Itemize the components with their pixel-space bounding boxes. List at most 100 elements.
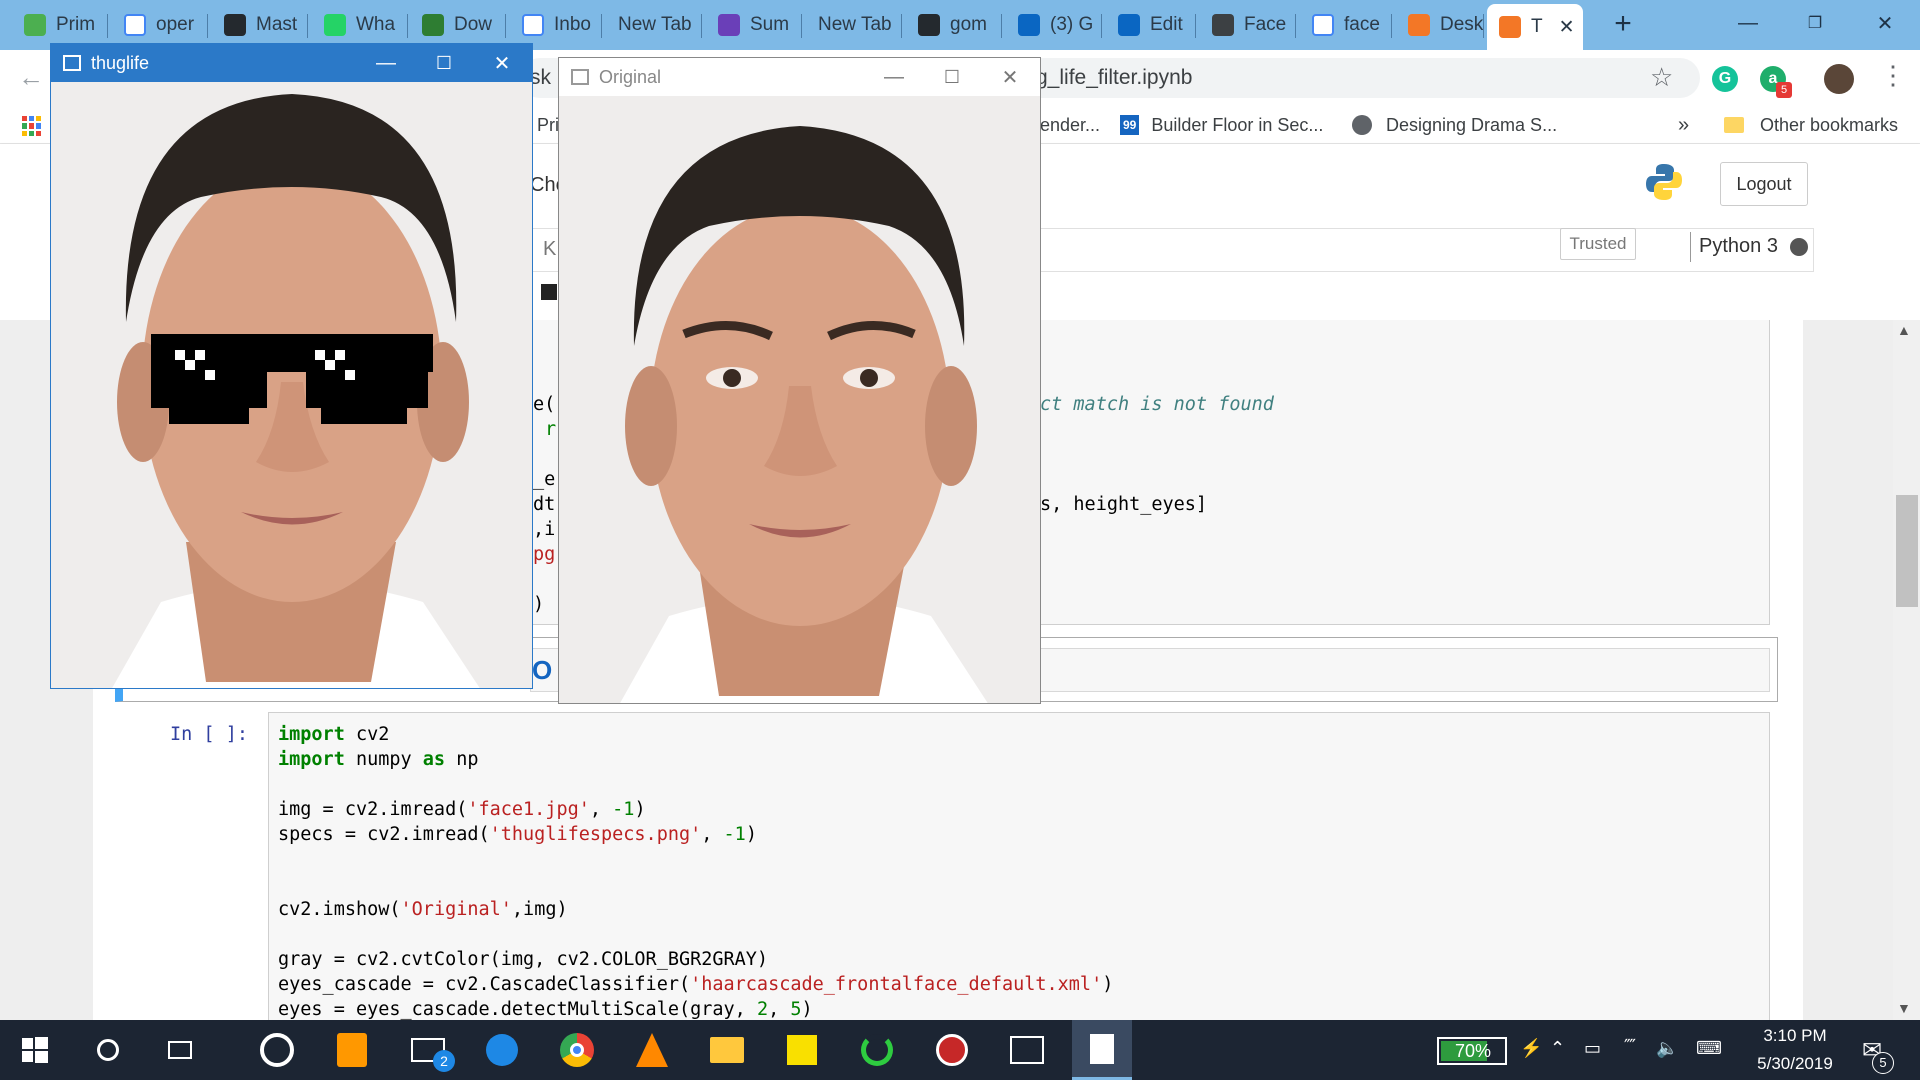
browser-tab[interactable]: Desk <box>1396 6 1484 44</box>
avatar[interactable] <box>1824 64 1854 94</box>
logout-button[interactable]: Logout <box>1720 162 1808 206</box>
browser-tab[interactable]: gom <box>906 6 1002 44</box>
wifi-icon[interactable]: ⁗ <box>1624 1036 1636 1057</box>
mail-icon[interactable] <box>398 1020 458 1080</box>
menu-kebab-icon[interactable]: ⋮ <box>1880 60 1906 91</box>
bookmark-item[interactable]: 99 Builder Floor in Sec... <box>1120 106 1323 144</box>
browser-tab[interactable]: Wha <box>312 6 408 44</box>
clock-date[interactable]: 5/30/2019 <box>1745 1054 1845 1074</box>
browser-tab[interactable]: (3) G <box>1006 6 1102 44</box>
bookmark-star-icon[interactable]: ☆ <box>1650 62 1673 93</box>
original-window[interactable]: Original — ☐ ✕ <box>558 57 1041 704</box>
other-bookmarks[interactable]: Other bookmarks <box>1724 106 1898 144</box>
scrollbar[interactable] <box>1893 320 1920 1020</box>
stop-icon[interactable] <box>541 284 557 300</box>
code-token: img = cv2.imread( <box>278 799 468 820</box>
window-app-icon <box>571 69 589 85</box>
browser-tab[interactable]: Prim <box>12 6 108 44</box>
keyboard-icon[interactable]: ⌨ <box>1696 1038 1722 1059</box>
new-tab-button[interactable]: + <box>1603 6 1643 44</box>
browser-tab[interactable]: Mast <box>212 6 308 44</box>
sublime-text-icon[interactable] <box>322 1020 382 1080</box>
document-app-icon[interactable] <box>1072 1020 1132 1080</box>
extension-badge: 5 <box>1776 82 1792 98</box>
code-token: as <box>422 749 446 770</box>
minimize-button[interactable]: — <box>865 58 923 96</box>
list-icon <box>718 14 740 36</box>
vlc-icon[interactable] <box>622 1020 682 1080</box>
python-logo-icon <box>1644 162 1684 202</box>
code-fragment: ) <box>533 594 545 615</box>
scroll-down-arrow[interactable]: ▼ <box>1897 1000 1911 1016</box>
loading-app-icon[interactable] <box>847 1020 907 1080</box>
browser-tab[interactable]: Edit <box>1106 6 1196 44</box>
close-tab-icon[interactable]: ✕ <box>1559 16 1575 39</box>
bookmark-item[interactable]: ender... <box>1040 106 1100 144</box>
browser-tab[interactable]: New Tab <box>806 6 902 44</box>
scroll-up-arrow[interactable]: ▲ <box>1897 322 1911 338</box>
browser-tab[interactable]: T ✕ <box>1487 4 1583 50</box>
task-view-icon[interactable] <box>150 1020 210 1080</box>
photos-icon[interactable] <box>997 1020 1057 1080</box>
browser-tab[interactable]: New Tab <box>606 6 702 44</box>
restore-browser-button[interactable]: ❐ <box>1785 0 1845 46</box>
power-icon[interactable]: ▭ <box>1584 1038 1601 1059</box>
browser-tab[interactable]: Face <box>1200 6 1296 44</box>
tab-separator <box>701 14 702 38</box>
window-titlebar[interactable]: thuglife — ☐ ✕ <box>51 44 532 82</box>
browser-tab[interactable]: Inbo <box>510 6 602 44</box>
browser-tab[interactable]: oper <box>112 6 208 44</box>
close-button[interactable]: ✕ <box>473 44 531 82</box>
tab-label: Mast <box>256 14 298 35</box>
code-token: numpy <box>344 749 423 770</box>
close-browser-button[interactable]: ✕ <box>1855 0 1915 46</box>
tab-separator <box>207 14 208 38</box>
maximize-button[interactable]: ☐ <box>923 58 981 96</box>
chevron-up-icon[interactable]: ⌃ <box>1550 1038 1565 1059</box>
browser-tab[interactable]: face <box>1300 6 1392 44</box>
back-icon[interactable]: ← <box>18 62 44 93</box>
code-line: gray = cv2.cvtColor(img, cv2.COLOR_BGR2G… <box>278 947 1113 972</box>
bookmarks-overflow-button[interactable]: » <box>1678 106 1689 144</box>
maximize-button[interactable]: ☐ <box>415 44 473 82</box>
whatsapp-icon <box>324 14 346 36</box>
bookmark-item[interactable]: Pri <box>537 106 559 144</box>
volume-icon[interactable]: 🔈 <box>1656 1038 1678 1059</box>
close-button[interactable]: ✕ <box>981 58 1039 96</box>
folder-icon <box>1724 117 1744 133</box>
scroll-thumb[interactable] <box>1896 495 1918 607</box>
code-token: ) <box>634 799 646 820</box>
tab-separator <box>1195 14 1196 38</box>
window-titlebar[interactable]: Original — ☐ ✕ <box>559 58 1040 96</box>
tab-label: Wha <box>356 14 396 35</box>
trusted-indicator[interactable]: Trusted <box>1560 228 1636 260</box>
minimize-browser-button[interactable]: — <box>1718 0 1778 46</box>
start-windows-icon[interactable] <box>5 1020 65 1080</box>
code-token: 'thuglifespecs.png' <box>489 824 702 845</box>
media-app-icon[interactable] <box>247 1020 307 1080</box>
browser-tab[interactable]: Dow <box>410 6 506 44</box>
tab-label: Dow <box>454 14 493 35</box>
code-token: ) <box>745 824 757 845</box>
tab-separator <box>901 14 902 38</box>
apps-grid-icon[interactable] <box>22 116 42 136</box>
spider-app-icon[interactable] <box>922 1020 982 1080</box>
tab-separator <box>601 14 602 38</box>
code-line: import numpy as np <box>278 747 1113 772</box>
thuglife-window[interactable]: thuglife — ☐ ✕ <box>50 43 533 689</box>
kernel-name[interactable]: Python 3 <box>1690 232 1778 262</box>
clock-time[interactable]: 3:10 PM <box>1755 1026 1835 1046</box>
code-editor[interactable]: import cv2 import numpy as np img = cv2.im… <box>278 722 1113 1022</box>
ftu-icon <box>422 14 444 36</box>
bookmark-item[interactable]: Designing Drama S... <box>1352 106 1557 144</box>
file-explorer-icon[interactable] <box>697 1020 757 1080</box>
search-circle-icon[interactable] <box>78 1020 138 1080</box>
code-line: img = cv2.imread('face1.jpg', -1) <box>278 797 1113 822</box>
browser-tab[interactable]: Sum <box>706 6 802 44</box>
sticky-notes-icon[interactable] <box>772 1020 832 1080</box>
grammarly-icon[interactable]: G <box>1712 66 1738 92</box>
chrome-icon[interactable] <box>547 1020 607 1080</box>
minimize-button[interactable]: — <box>357 44 415 82</box>
tab-label: Sum <box>750 14 790 35</box>
edge-icon[interactable] <box>472 1020 532 1080</box>
